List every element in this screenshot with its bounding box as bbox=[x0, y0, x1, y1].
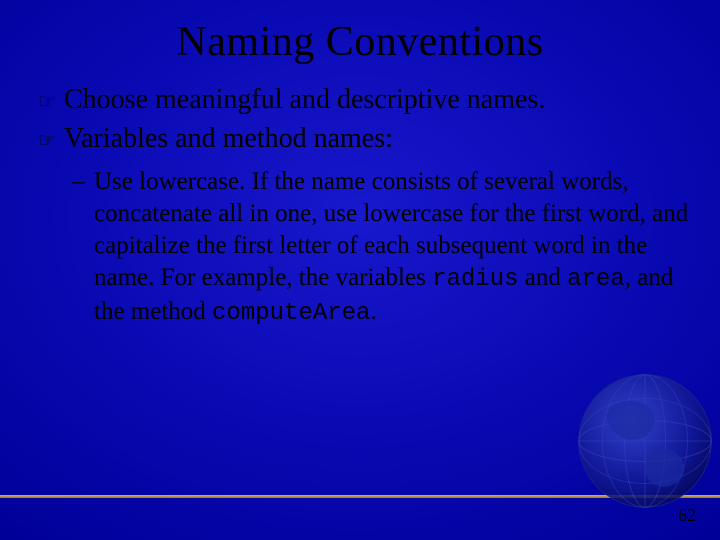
pointing-hand-icon: ☞ bbox=[38, 129, 64, 154]
page-number: 62 bbox=[678, 505, 696, 526]
sub-text: and bbox=[519, 264, 568, 291]
slide-body: ☞ Choose meaningful and descriptive name… bbox=[0, 82, 720, 329]
globe-icon bbox=[560, 356, 720, 526]
code-text: computeArea bbox=[212, 300, 370, 327]
slide: Naming Conventions ☞ Choose meaningful a… bbox=[0, 0, 720, 540]
code-text: area bbox=[567, 266, 625, 293]
pointing-hand-icon: ☞ bbox=[38, 90, 64, 115]
sub-bullet: –Use lowercase. If the name consists of … bbox=[94, 166, 692, 329]
dash-icon: – bbox=[72, 166, 94, 198]
bullet-item: ☞ Variables and method names: bbox=[38, 121, 692, 156]
slide-title: Naming Conventions bbox=[0, 0, 720, 78]
sub-text: . bbox=[370, 298, 376, 325]
bullet-text: Variables and method names: bbox=[64, 121, 393, 156]
bullet-item: ☞ Choose meaningful and descriptive name… bbox=[38, 82, 692, 117]
code-text: radius bbox=[432, 266, 518, 293]
bullet-text: Choose meaningful and descriptive names. bbox=[64, 82, 545, 117]
